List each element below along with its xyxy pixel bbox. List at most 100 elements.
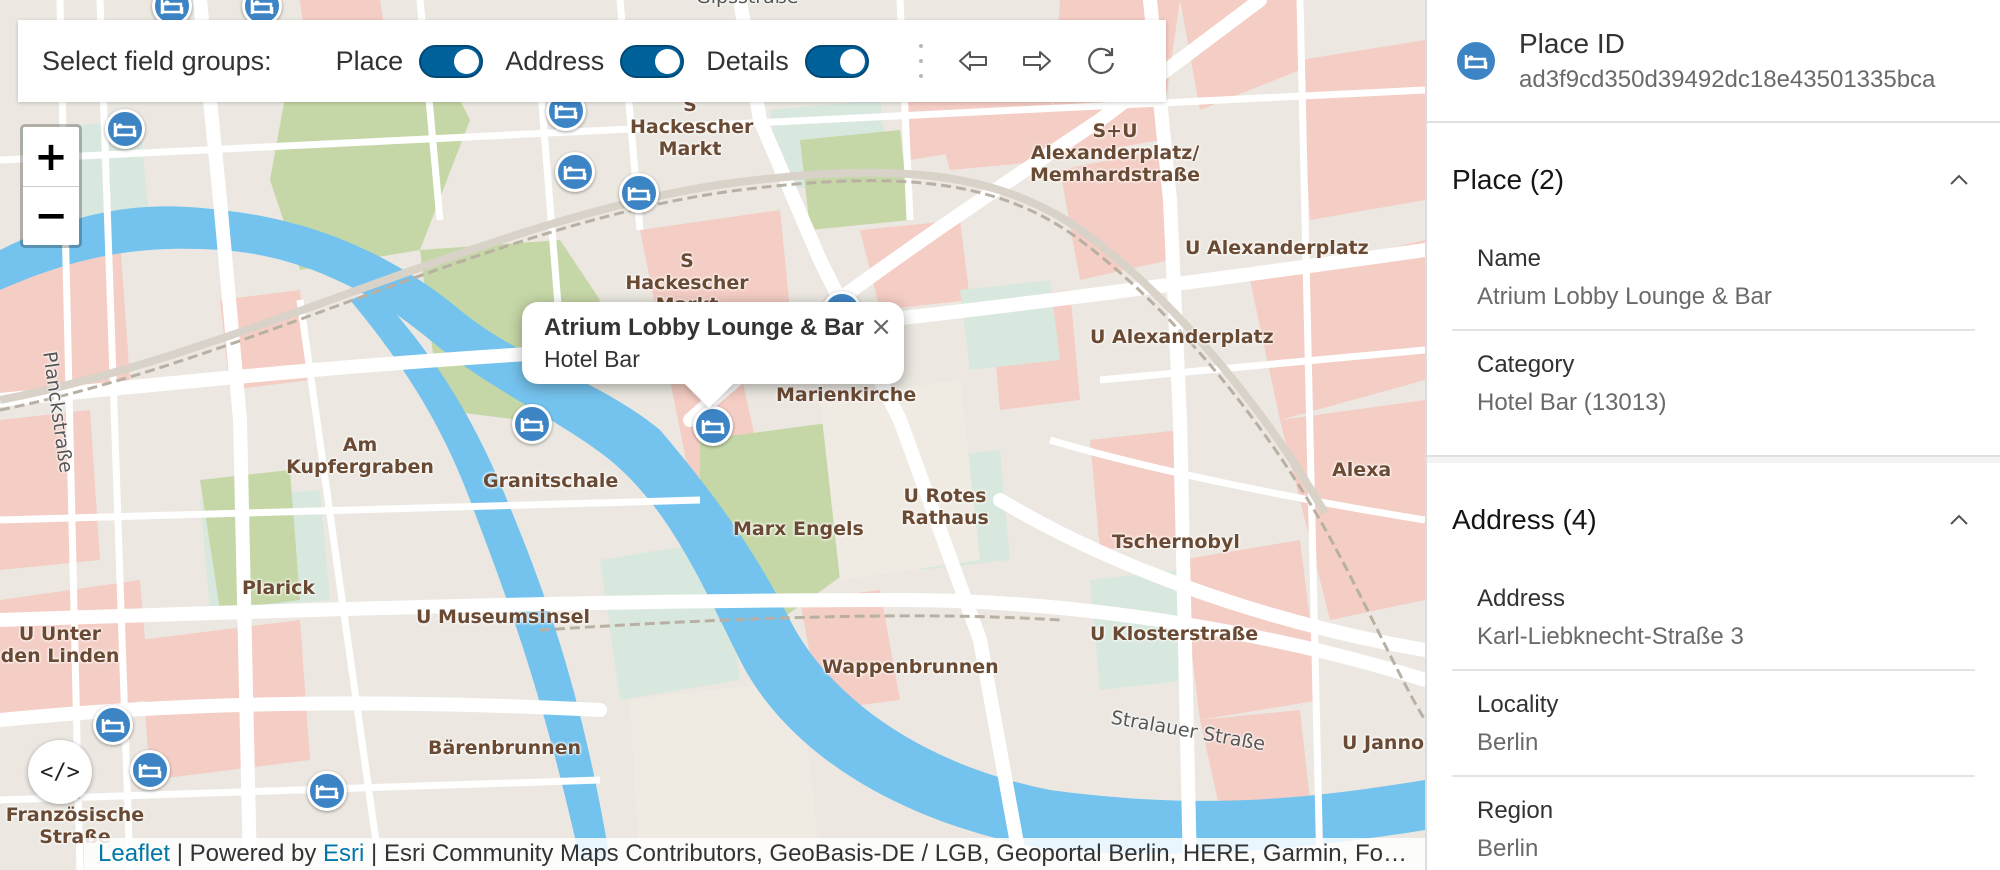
map-label: S Hackescher Markt [630,94,754,160]
toolbar-divider [918,44,923,78]
field-group-label: Place [335,45,404,76]
section-address: Address (4) Address Karl-Liebknecht-Stra… [1427,463,2000,870]
map-label: Plarick [242,577,316,599]
hotel-marker[interactable] [130,750,170,790]
map-label: U Jannowitzbrücke [1342,732,1425,754]
section-address-body: Address Karl-Liebknecht-Straße 3 Localit… [1427,577,2000,870]
back-button[interactable] [951,39,995,83]
zoom-control: + − [20,124,82,248]
map-label: S+U Alexanderplatz/ Memhardstraße [1029,120,1201,186]
map-label: Bärenbrunnen [428,737,582,759]
field-groups-toolbar: Select field groups: Place Address Detai… [18,20,1166,102]
field-region: Region Berlin [1452,775,1975,870]
map-label: Am Kupfergraben [286,434,434,478]
bed-icon [1457,41,1495,80]
map-label: Alexa [1332,459,1392,481]
map-attribution: Leaflet | Powered by Esri | Esri Communi… [84,838,1425,870]
map-label: Wappenbrunnen [822,656,999,678]
bed-icon [113,123,137,137]
zoom-out-button[interactable]: − [23,186,79,245]
section-title: Address (4) [1452,504,1597,535]
section-place-body: Name Atrium Lobby Lounge & Bar Category … [1427,237,2000,455]
esri-link[interactable]: Esri [323,840,364,867]
field-value: Hotel Bar (13013) [1477,389,1667,416]
map-label: U Rotes Rathaus [901,485,989,529]
code-button[interactable]: </> [28,740,92,804]
code-icon: </> [40,759,80,785]
refresh-button[interactable] [1079,39,1123,83]
forward-arrow-icon [1022,51,1051,71]
close-icon[interactable]: × [870,312,892,342]
map-label: U Klosterstraße [1090,623,1259,645]
field-key: Category [1477,351,1575,378]
map-label: Granitschale [483,470,619,492]
field-value: Atrium Lobby Lounge & Bar [1477,283,1772,310]
details-toggle[interactable] [804,44,869,78]
field-name: Name Atrium Lobby Lounge & Bar [1452,237,1975,329]
hotel-marker[interactable] [619,173,659,213]
section-title: Place (2) [1452,164,1565,195]
attribution-text: | Powered by [170,840,324,867]
street-label: Gipsstraße [696,0,798,8]
bed-icon [138,764,162,778]
map-label: Tschernobyl [1112,531,1240,553]
bed-icon [563,166,587,180]
section-place: Place (2) Name Atrium Lobby Lounge & Bar… [1427,123,2000,457]
field-group-address[interactable]: Address [505,44,685,78]
place-details-panel: Place ID ad3f9cd350d39492dc18e43501335bc… [1425,0,2000,870]
popup-subtitle: Hotel Bar [544,346,640,372]
hotel-marker[interactable] [105,109,145,149]
map-label: U Museumsinsel [416,606,591,628]
hotel-marker[interactable] [555,152,595,192]
field-group-label: Address [505,45,605,76]
section-place-header[interactable]: Place (2) [1427,123,2000,237]
bed-icon [315,785,339,799]
section-address-header[interactable]: Address (4) [1427,463,2000,577]
address-toggle[interactable] [620,44,685,78]
bed-icon [160,0,184,14]
place-toggle[interactable] [419,44,484,78]
bed-icon [250,0,274,14]
field-value: Berlin [1477,835,1539,862]
bed-icon [554,105,578,119]
bed-icon [701,420,725,434]
map-label: Marienkirche [776,384,917,406]
field-value: Karl-Liebknecht-Straße 3 [1477,623,1744,650]
popup-title: Atrium Lobby Lounge & Bar [544,314,864,341]
place-id-value: ad3f9cd350d39492dc18e43501335bca [1519,65,1936,93]
map-view[interactable]: S Hackescher Markt S Hackescher Markt S+… [0,0,1425,870]
zoom-in-button[interactable]: + [23,127,79,186]
map-label: Marx Engels [733,518,864,540]
field-key: Locality [1477,691,1559,718]
field-key: Name [1477,245,1542,272]
field-key: Region [1477,797,1554,824]
bed-icon [627,187,651,201]
field-locality: Locality Berlin [1452,669,1975,775]
field-group-label: Details [706,45,789,76]
field-group-details[interactable]: Details [706,44,869,78]
hotel-marker[interactable] [93,705,133,745]
forward-button[interactable] [1015,39,1059,83]
toolbar-label: Select field groups: [42,45,272,76]
map-label: U Alexanderplatz [1185,237,1369,259]
field-group-place[interactable]: Place [335,44,484,78]
field-address: Address Karl-Liebknecht-Straße 3 [1452,577,1975,669]
bed-icon [520,418,544,432]
back-arrow-icon [958,51,987,71]
field-value: Berlin [1477,729,1539,756]
hotel-marker[interactable] [512,404,552,444]
hotel-marker-selected[interactable] [693,406,733,446]
place-popup: Atrium Lobby Lounge & Bar Hotel Bar × [522,302,904,409]
bed-icon [101,719,125,733]
attribution-text: | Esri Community Maps Contributors, GeoB… [364,840,1407,867]
chevron-up-icon [1950,514,1968,525]
hotel-marker[interactable] [307,771,347,811]
leaflet-link[interactable]: Leaflet [98,840,170,867]
map-label: U Unter den Linden [0,623,120,667]
field-category: Category Hotel Bar (13013) [1452,329,1975,435]
field-key: Address [1477,585,1566,612]
map-label: U Alexanderplatz [1090,326,1274,348]
place-id-label: Place ID [1519,27,1625,59]
refresh-icon [1087,47,1114,74]
chevron-up-icon [1950,174,1968,185]
